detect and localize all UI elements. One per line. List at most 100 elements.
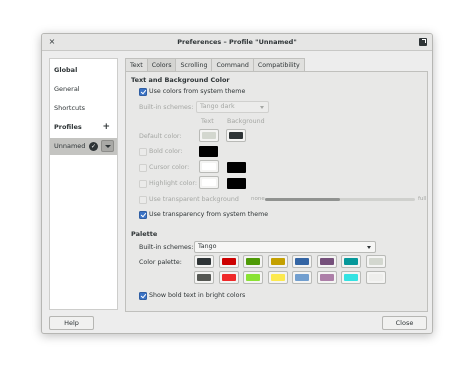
swatch-fill (227, 178, 246, 189)
chevron-down-icon (260, 106, 264, 109)
swatch-fill (221, 274, 236, 281)
swatch-fill (197, 258, 211, 265)
palette-swatch-1[interactable] (194, 271, 214, 284)
swatch-fill (202, 163, 216, 170)
palette-swatch-6[interactable] (316, 271, 337, 284)
builtin-schemes-value: Tango dark (200, 103, 235, 110)
bold-color-checkbox[interactable] (139, 148, 147, 156)
system-transparency-label: Use transparency from system theme (149, 211, 269, 218)
bold-bright-label: Show bold text in bright colors (149, 292, 246, 299)
sidebar-item-general[interactable]: General (50, 81, 117, 98)
palette-swatch-8[interactable] (365, 255, 386, 268)
palette-swatch-5[interactable] (292, 255, 312, 268)
title-bar: × Preferences – Profile "Unnamed" (42, 34, 432, 51)
default-profile-check-icon: ✓ (89, 142, 98, 151)
transparency-max-label: full (418, 196, 427, 202)
tab-colors[interactable]: Colors (146, 58, 177, 72)
palette-section-title: Palette (131, 230, 158, 238)
palette-swatch-3[interactable] (243, 255, 263, 268)
sidebar-item-unnamed[interactable]: Unnamed ✓ (50, 138, 117, 155)
bold-color-label: Bold color: (149, 148, 183, 155)
transparent-background-checkbox[interactable] (139, 196, 147, 204)
tab-text[interactable]: Text (125, 58, 148, 72)
palette-swatch-1[interactable] (194, 255, 214, 268)
swatch-fill (246, 258, 260, 265)
palette-swatch-4[interactable] (267, 271, 288, 284)
swatch-fill (344, 258, 358, 265)
cursor-background-color-swatch[interactable] (227, 162, 246, 173)
bold-bright-checkbox[interactable] (139, 292, 147, 300)
palette-swatch-7[interactable] (341, 255, 361, 268)
swatch-fill (270, 274, 285, 281)
sidebar-item-global[interactable]: Global (50, 62, 117, 79)
swatch-fill (295, 258, 309, 265)
swatch-fill (368, 274, 383, 281)
window-menu-icon[interactable] (419, 38, 427, 46)
bold-color-swatch[interactable] (199, 146, 218, 157)
swatch-fill (319, 274, 334, 281)
cursor-text-color-swatch[interactable] (199, 160, 219, 173)
swatch-fill (270, 258, 285, 265)
sidebar-item-shortcuts[interactable]: Shortcuts (50, 100, 117, 117)
window-title: Preferences – Profile "Unnamed" (177, 38, 297, 46)
tab-bar: Text Colors Scrolling Command Compatibil… (125, 58, 305, 72)
tab-command[interactable]: Command (211, 58, 254, 72)
highlight-color-checkbox[interactable] (139, 180, 147, 188)
swatch-fill (199, 146, 218, 157)
default-background-color-swatch[interactable] (226, 129, 246, 142)
builtin-schemes-label: Built-in schemes: (139, 104, 194, 111)
swatch-fill (295, 274, 309, 281)
transparency-min-label: none (251, 196, 265, 202)
system-transparency-checkbox[interactable] (139, 211, 147, 219)
palette-swatch-2[interactable] (218, 271, 239, 284)
profile-menu-dropdown-icon[interactable] (101, 140, 114, 152)
palette-swatch-2[interactable] (218, 255, 239, 268)
palette-builtin-schemes-label: Built-in schemes: (139, 244, 194, 251)
colors-panel: Text and Background Color Use colors fro… (125, 71, 428, 312)
transparency-slider[interactable] (265, 198, 415, 201)
swatch-fill (319, 258, 334, 265)
cursor-color-label: Cursor color: (149, 164, 190, 171)
add-profile-icon[interactable]: + (102, 119, 110, 136)
swatch-fill (202, 179, 216, 186)
sidebar: Global General Shortcuts Profiles + Unna… (49, 58, 118, 310)
swatch-fill (229, 132, 243, 139)
cursor-color-checkbox[interactable] (139, 164, 147, 172)
palette-swatch-5[interactable] (292, 271, 312, 284)
swatch-fill (344, 274, 358, 281)
palette-builtin-schemes-value: Tango (198, 243, 217, 250)
tab-compatibility[interactable]: Compatibility (252, 58, 305, 72)
tab-scrolling[interactable]: Scrolling (175, 58, 213, 72)
highlight-text-color-swatch[interactable] (199, 176, 219, 189)
sidebar-item-profiles: Profiles + (50, 119, 117, 136)
default-color-label: Default color: (139, 133, 182, 140)
palette-swatch-8[interactable] (365, 271, 386, 284)
close-button[interactable]: Close (382, 316, 427, 330)
color-palette-label: Color palette: (139, 259, 182, 266)
column-text-label: Text (201, 118, 214, 125)
profiles-label: Profiles (54, 123, 82, 131)
palette-builtin-schemes-dropdown[interactable]: Tango (194, 241, 376, 253)
use-system-colors-label: Use colors from system theme (149, 88, 246, 95)
highlight-color-label: Highlight color: (149, 180, 197, 187)
swatch-fill (197, 274, 211, 281)
highlight-background-color-swatch[interactable] (227, 178, 246, 189)
use-system-colors-checkbox[interactable] (139, 88, 147, 96)
text-background-section-title: Text and Background Color (131, 76, 230, 84)
chevron-down-icon (367, 246, 371, 249)
palette-swatch-6[interactable] (316, 255, 337, 268)
palette-swatch-3[interactable] (243, 271, 263, 284)
swatch-fill (227, 162, 246, 173)
preferences-window: × Preferences – Profile "Unnamed" Global… (41, 33, 433, 334)
default-text-color-swatch[interactable] (199, 129, 219, 142)
swatch-fill (368, 258, 383, 265)
help-button[interactable]: Help (49, 316, 94, 330)
transparent-background-label: Use transparent background (149, 196, 239, 203)
builtin-schemes-dropdown[interactable]: Tango dark (196, 101, 269, 113)
palette-swatch-7[interactable] (341, 271, 361, 284)
profile-name: Unnamed (54, 142, 86, 150)
palette-swatch-4[interactable] (267, 255, 288, 268)
swatch-fill (202, 132, 216, 139)
preferences-notebook: Text Colors Scrolling Command Compatibil… (125, 58, 428, 312)
swatch-fill (221, 258, 236, 265)
